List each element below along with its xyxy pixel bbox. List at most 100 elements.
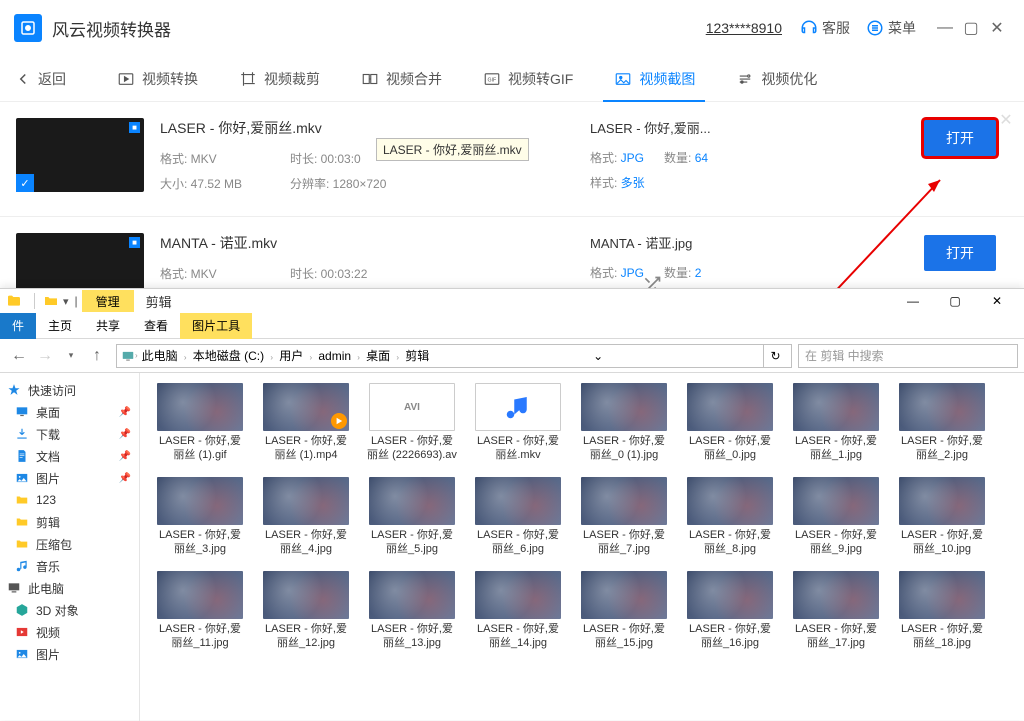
duration-label: 时长: 00:03:22 [290,265,420,282]
video-thumbnail[interactable]: ■✓ [16,118,144,192]
nav-back[interactable]: ← [6,344,32,368]
file-label: LASER - 你好,爱丽丝_6.jpg [472,529,564,557]
refresh-button[interactable]: ↻ [763,344,787,368]
exp-minimize-button[interactable]: ― [892,289,934,313]
ribbon-share[interactable]: 共享 [84,313,132,339]
sidebar-item[interactable]: 文档📌 [0,445,139,467]
tool-0[interactable]: 视频转换 [96,56,218,102]
file-item[interactable]: LASER - 你好,爱丽丝_9.jpg [790,477,882,557]
output-count-link[interactable]: 64 [695,151,708,165]
file-item[interactable]: LASER - 你好,爱丽丝_1.jpg [790,383,882,463]
minimize-button[interactable]: ― [932,15,958,41]
file-item[interactable]: LASER - 你好,爱丽丝 (1).gif [154,383,246,463]
nav-up[interactable]: ↑ [84,344,110,368]
file-item[interactable]: LASER - 你好,爱丽丝_18.jpg [896,571,988,651]
file-label: LASER - 你好,爱丽丝_5.jpg [366,529,458,557]
context-tab-manage[interactable]: 管理 [82,290,134,312]
support-link[interactable]: 客服 [800,18,850,38]
titlebar-chevron[interactable]: ▾ [63,295,69,308]
sidebar-item[interactable]: 图片 [0,643,139,665]
exp-close-button[interactable]: ✕ [976,289,1018,313]
size-label: 大小: 47.52 MB [160,175,290,192]
close-button[interactable]: ✕ [984,15,1010,41]
file-item[interactable]: LASER - 你好,爱丽丝_10.jpg [896,477,988,557]
output-count-link[interactable]: 2 [695,266,702,280]
file-item[interactable]: LASER - 你好,爱丽丝_7.jpg [578,477,670,557]
check-icon: ✓ [16,174,34,192]
file-item[interactable]: LASER - 你好,爱丽丝_0.jpg [684,383,776,463]
search-box[interactable]: 在 剪辑 中搜索 [798,344,1018,368]
nav-recent[interactable]: ▾ [58,344,84,368]
sidebar-item[interactable]: 123 [0,489,139,511]
file-item[interactable]: LASER - 你好,爱丽丝_4.jpg [260,477,352,557]
sidebar-item[interactable]: 剪辑 [0,511,139,533]
output-format-link[interactable]: JPG [621,151,644,165]
address-bar[interactable]: › 此电脑 › 本地磁盘 (C:) › 用户 › admin › 桌面 › 剪辑… [116,344,792,368]
open-button[interactable]: 打开 [924,120,996,156]
folder-icon [14,536,30,552]
sidebar-item[interactable]: 桌面📌 [0,401,139,423]
user-id[interactable]: 123****8910 [706,20,782,36]
menu-link[interactable]: 菜单 [866,18,916,38]
address-bar-row: ← → ▾ ↑ › 此电脑 › 本地磁盘 (C:) › 用户 › admin ›… [0,339,1024,373]
format-label: 格式: MKV [160,265,290,282]
remove-row-button[interactable]: ✕ [998,112,1014,128]
back-button[interactable]: 返回 [14,69,66,89]
tool-4[interactable]: 视频截图 [593,56,715,102]
file-item[interactable]: LASER - 你好,爱丽丝_2.jpg [896,383,988,463]
sidebar: 快速访问桌面📌下载📌文档📌图片📌123剪辑压缩包音乐此电脑3D 对象视频图片 [0,373,140,721]
sidebar-item[interactable]: 图片📌 [0,467,139,489]
file-item[interactable]: LASER - 你好,爱丽丝_6.jpg [472,477,564,557]
file-item[interactable]: LASER - 你好,爱丽丝_13.jpg [366,571,458,651]
exp-maximize-button[interactable]: ▢ [934,289,976,313]
nav-forward[interactable]: → [32,344,58,368]
sidebar-item[interactable]: 音乐 [0,555,139,577]
tool-3[interactable]: GIF视频转GIF [462,56,593,102]
file-item[interactable]: LASER - 你好,爱丽丝_5.jpg [366,477,458,557]
file-item[interactable]: LASER - 你好,爱丽丝.mkv [472,383,564,463]
sidebar-item[interactable]: 视频 [0,621,139,643]
tool-2[interactable]: 视频合并 [340,56,462,102]
sidebar-item[interactable]: 快速访问 [0,379,139,401]
pc-icon [121,349,135,363]
file-item[interactable]: LASER - 你好,爱丽丝_16.jpg [684,571,776,651]
explorer-title: 剪辑 [146,292,892,311]
file-label: LASER - 你好,爱丽丝_12.jpg [260,623,352,651]
address-dropdown[interactable]: ⌄ [586,344,610,368]
sidebar-item[interactable]: 压缩包 [0,533,139,555]
tool-5[interactable]: 视频优化 [715,56,837,102]
file-label: LASER - 你好,爱丽丝_0.jpg [684,435,776,463]
file-item[interactable]: AVILASER - 你好,爱丽丝 (2226693).avi [366,383,458,463]
file-label: LASER - 你好,爱丽丝_2.jpg [896,435,988,463]
file-item[interactable]: LASER - 你好,爱丽丝_15.jpg [578,571,670,651]
doc-icon [14,448,30,464]
file-item[interactable]: LASER - 你好,爱丽丝_11.jpg [154,571,246,651]
ribbon-pictools[interactable]: 图片工具 [180,313,252,339]
file-item[interactable]: LASER - 你好,爱丽丝 (1).mp4 [260,383,352,463]
pic-icon [14,646,30,662]
breadcrumb: 此电脑 › 本地磁盘 (C:) › 用户 › admin › 桌面 › 剪辑 [138,347,434,364]
ribbon-file[interactable]: 件 [0,313,36,339]
file-label: LASER - 你好,爱丽丝_0 (1).jpg [578,435,670,463]
file-label: LASER - 你好,爱丽丝_13.jpg [366,623,458,651]
maximize-button[interactable]: ▢ [958,15,984,41]
cube-icon [14,602,30,618]
file-item[interactable]: LASER - 你好,爱丽丝_0 (1).jpg [578,383,670,463]
file-item[interactable]: LASER - 你好,爱丽丝_12.jpg [260,571,352,651]
sidebar-item[interactable]: 此电脑 [0,577,139,599]
ribbon-view[interactable]: 查看 [132,313,180,339]
sidebar-item[interactable]: 3D 对象 [0,599,139,621]
file-item[interactable]: LASER - 你好,爱丽丝_14.jpg [472,571,564,651]
file-item[interactable]: LASER - 你好,爱丽丝_8.jpg [684,477,776,557]
explorer-titlebar: ▾ | 管理 剪辑 ― ▢ ✕ [0,289,1024,313]
sidebar-item[interactable]: 下载📌 [0,423,139,445]
output-style-link[interactable]: 多张 [621,176,645,190]
file-item[interactable]: LASER - 你好,爱丽丝_17.jpg [790,571,882,651]
output-format-link[interactable]: JPG [621,266,644,280]
tool-1[interactable]: 视频裁剪 [218,56,340,102]
open-button[interactable]: 打开 [924,235,996,271]
file-item[interactable]: LASER - 你好,爱丽丝_3.jpg [154,477,246,557]
ribbon-home[interactable]: 主页 [36,313,84,339]
output-name: MANTA - 诺亚.jpg [590,233,790,252]
desktop-icon [14,404,30,420]
